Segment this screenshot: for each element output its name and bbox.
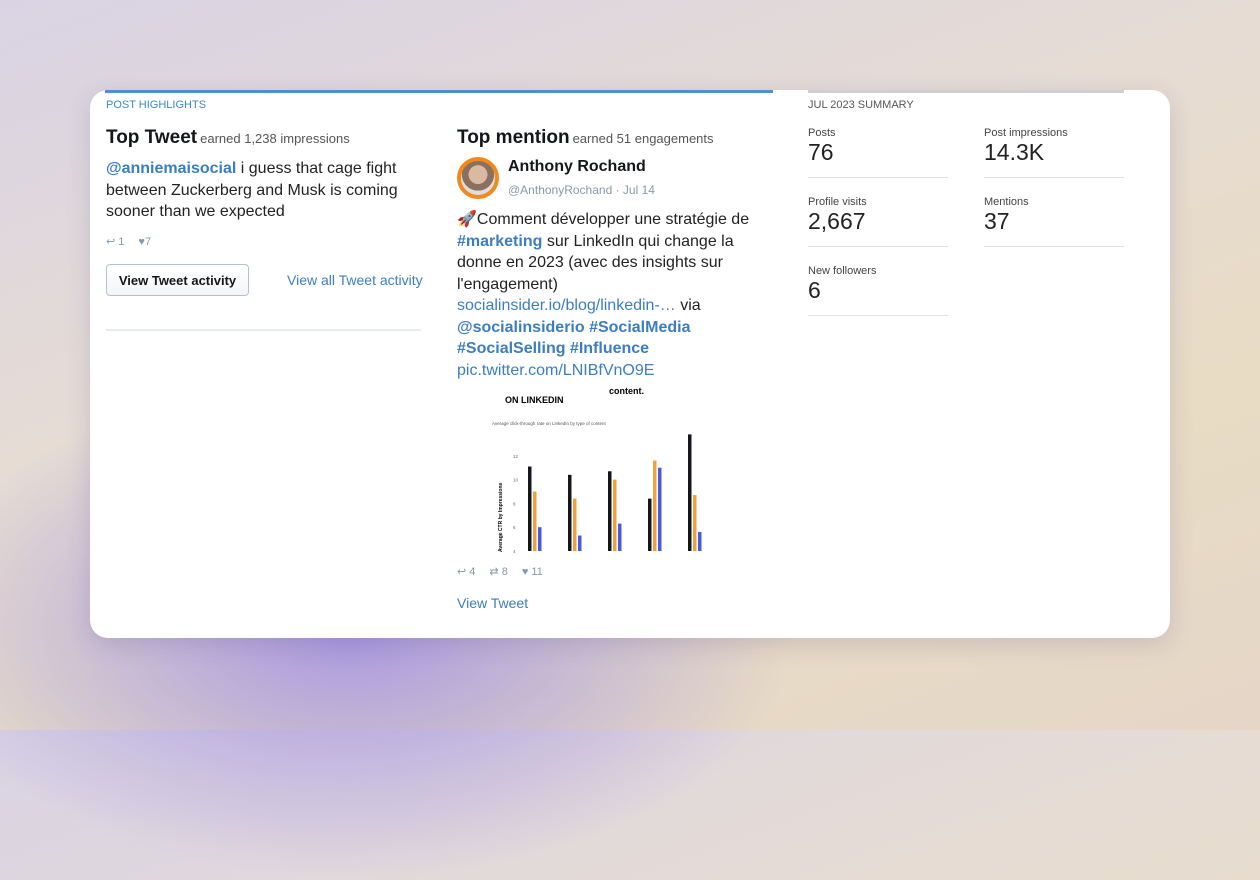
image-bar [613, 479, 617, 551]
tweet-date: · Jul 14 [615, 183, 655, 197]
text: 🚀Comment développer une stratégie de [457, 211, 750, 228]
hashtag-link[interactable]: #marketing [457, 233, 542, 250]
author-handle-date: @AnthonyRochand · Jul 14 [508, 183, 655, 197]
mention-metrics: ↩ 4 ⇄ 8 ♥ 11 [457, 565, 543, 579]
stat-value: 76 [808, 139, 834, 165]
divider [984, 177, 1124, 178]
reply-icon: ↩ [457, 566, 467, 578]
article-link[interactable]: socialinsider.io/blog/linkedin-… [457, 297, 676, 314]
summary-accent-bar [808, 90, 1124, 93]
summary-label: JUL 2023 SUMMARY [808, 99, 914, 111]
hashtags[interactable]: @socialinsiderio #SocialMedia #SocialSel… [457, 319, 690, 358]
image-subtitle: Average click-through rate on LinkedIn b… [492, 421, 606, 426]
retweet-count: 8 [501, 566, 508, 578]
reply-icon: ↩ [106, 236, 116, 248]
text: via [675, 297, 701, 314]
retweet-metric[interactable]: ⇄ 8 [489, 565, 507, 578]
reply-count: 4 [469, 566, 476, 578]
stat-label: Profile visits [808, 196, 867, 208]
divider [984, 246, 1124, 247]
mention-text: 🚀Comment développer une stratégie de #ma… [457, 209, 757, 381]
highlights-accent-bar [105, 90, 773, 93]
stat-value: 2,667 [808, 208, 866, 234]
divider [106, 329, 421, 331]
top-mention-earned: earned 51 engagements [572, 131, 714, 146]
avatar[interactable] [457, 157, 499, 199]
top-tweet-text: @anniemaisocial i guess that cage fight … [106, 158, 421, 223]
stat-profile-visits: Profile visits 2,667 [808, 196, 948, 247]
image-bar [653, 460, 657, 551]
stat-label: Mentions [984, 196, 1029, 208]
image-ylabel: Average CTR by Impressions [498, 482, 504, 552]
reply-metric[interactable]: ↩ 1 [106, 235, 124, 248]
image-bar [578, 535, 582, 551]
image-bar [528, 466, 532, 551]
image-bar [648, 498, 652, 551]
top-tweet-title: Top Tweet [106, 127, 198, 148]
stat-mentions: Mentions 37 [984, 196, 1124, 247]
divider [808, 246, 948, 247]
reply-metric[interactable]: ↩ 4 [457, 565, 475, 578]
stat-post-impressions: Post impressions 14.3K [984, 127, 1124, 178]
tweet-image-chart[interactable]: ON LINKEDIN content. Average click-throu… [457, 382, 727, 554]
top-tweet-earned: earned 1,238 impressions [200, 131, 350, 146]
stat-posts: Posts 76 [808, 127, 948, 178]
divider [808, 315, 948, 316]
image-bar [618, 523, 622, 551]
image-heading: ON LINKEDIN [505, 395, 564, 405]
image-ytick: 8 [513, 501, 516, 506]
stat-value: 6 [808, 277, 821, 303]
like-count: 11 [531, 565, 543, 578]
image-bar [693, 495, 697, 551]
author-name[interactable]: Anthony Rochand [508, 158, 646, 176]
section-label: POST HIGHLIGHTS [106, 99, 207, 111]
reply-count: 1 [118, 236, 125, 248]
image-ytick: 4 [513, 549, 516, 554]
like-count: 7 [144, 235, 152, 248]
top-mention-title: Top mention [457, 127, 570, 148]
stat-new-followers: New followers 6 [808, 265, 948, 316]
image-ytick: 12 [513, 454, 519, 459]
view-tweet-link[interactable]: View Tweet [457, 595, 528, 611]
stat-value: 14.3K [984, 139, 1045, 165]
view-all-tweet-activity-link[interactable]: View all Tweet activity [287, 272, 423, 288]
retweet-icon: ⇄ [489, 566, 499, 578]
image-bar [608, 471, 612, 551]
image-bar [568, 474, 572, 551]
image-ytick: 6 [513, 525, 516, 530]
like-metric[interactable]: ♥7 [138, 236, 151, 248]
image-bar [688, 434, 692, 551]
view-tweet-activity-button[interactable]: View Tweet activity [106, 264, 249, 296]
top-tweet-header: Top Tweet earned 1,238 impressions [106, 127, 350, 149]
image-heading2: content. [609, 386, 644, 396]
image-bar [538, 527, 542, 551]
pic-link[interactable]: pic.twitter.com/LNIBfVnO9E [457, 362, 654, 379]
stat-label: Posts [808, 127, 836, 139]
image-bar [573, 498, 577, 551]
stat-value: 37 [984, 208, 1010, 234]
image-bar [533, 491, 537, 551]
like-metric[interactable]: ♥ 11 [522, 566, 543, 578]
tweet-metrics: ↩ 1 ♥7 [106, 235, 151, 249]
heart-icon: ♥ [521, 565, 529, 578]
top-mention-header: Top mention earned 51 engagements [457, 127, 714, 149]
stat-label: Post impressions [984, 127, 1068, 139]
stat-label: New followers [808, 265, 877, 277]
image-ytick: 10 [513, 478, 519, 483]
mention-link[interactable]: @anniemaisocial [106, 160, 236, 177]
divider [808, 177, 948, 178]
author-handle[interactable]: @AnthonyRochand [508, 183, 612, 197]
image-bar [698, 531, 702, 551]
image-bar [658, 467, 662, 551]
